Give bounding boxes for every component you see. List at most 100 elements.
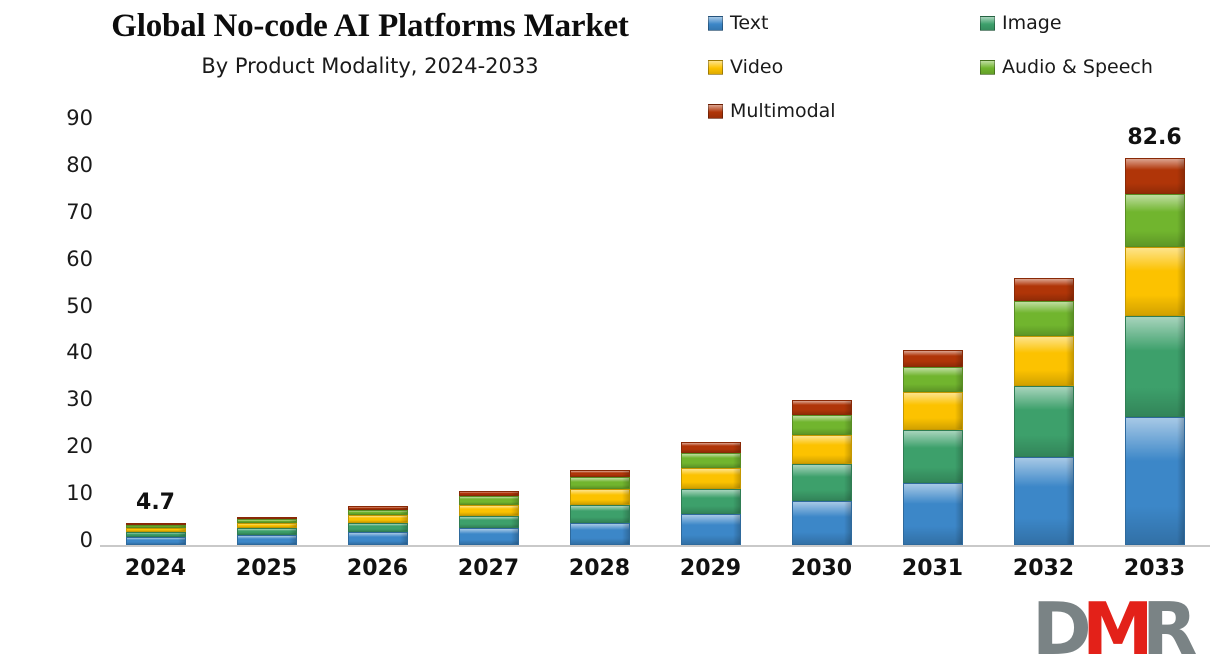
bar-segment-image-2033[interactable] [1124,316,1185,418]
bar-segment-image-2027[interactable] [458,515,519,529]
x-tick-2029: 2029 [679,556,742,581]
y-tick-10: 10 [66,481,93,506]
bar-segment-multimodal-2026[interactable] [347,506,408,510]
bar-segment-image-2030[interactable] [791,464,852,502]
bar-segment-video-2032[interactable] [1013,335,1074,386]
bar-segment-audio-speech-2028[interactable] [569,477,630,490]
chart-legend: Text Image Video Audio & Speech Multimodal [708,10,1208,122]
bar-group-2026[interactable] [347,506,408,545]
y-tick-30: 30 [66,387,93,412]
x-tick-2028: 2028 [568,556,631,581]
bar-segment-image-2032[interactable] [1013,385,1074,457]
bar-segment-multimodal-2031[interactable] [902,349,963,367]
bar-group-2030[interactable] [791,400,852,545]
bar-segment-text-2033[interactable] [1124,417,1185,545]
bar-group-2028[interactable] [569,469,630,545]
legend-item-image[interactable]: Image [980,14,1062,33]
bar-segment-text-2028[interactable] [569,522,630,545]
bar-segment-image-2024[interactable] [125,531,186,538]
bar-segment-shading [732,515,740,544]
bar-segment-multimodal-2025[interactable] [236,516,297,520]
legend-item-multimodal[interactable]: Multimodal [708,102,836,121]
legend-item-video[interactable]: Video [708,58,783,77]
bar-segment-audio-speech-2025[interactable] [236,519,297,523]
bar-segment-video-2030[interactable] [791,434,852,465]
bar-group-2032[interactable] [1013,277,1074,545]
bar-segment-shading [288,535,296,544]
bar-segment-shading [177,538,185,544]
bar-segment-video-2033[interactable] [1124,246,1185,317]
bar-segment-shading [399,507,407,509]
bar-segment-video-2031[interactable] [902,391,963,431]
bar-segment-text-2027[interactable] [458,528,519,545]
bar-segment-text-2032[interactable] [1013,456,1074,545]
y-tick-70: 70 [66,199,93,224]
legend-item-audio-speech[interactable]: Audio & Speech [980,58,1153,77]
bar-segment-audio-speech-2024[interactable] [125,524,186,528]
bar-segment-audio-speech-2029[interactable] [680,452,741,468]
bar-segment-image-2028[interactable] [569,505,630,523]
bar-segment-text-2030[interactable] [791,501,852,545]
bar-segment-audio-speech-2033[interactable] [1124,194,1185,247]
bar-segment-video-2025[interactable] [236,522,297,529]
chart-subtitle: By Product Modality, 2024-2033 [201,54,539,78]
legend-swatch-icon [708,16,723,31]
bar-segment-shading [954,484,962,544]
bar-segment-video-2028[interactable] [569,489,630,506]
bar-segment-audio-speech-2027[interactable] [458,496,519,505]
bar-segment-shading [1176,247,1184,316]
bar-segment-shading [288,523,296,528]
bar-segment-multimodal-2028[interactable] [569,469,630,478]
bar-segment-text-2024[interactable] [125,537,186,545]
dmr-logo: DRM [1030,592,1216,660]
bar-segment-audio-speech-2032[interactable] [1013,300,1074,336]
bar-segment-text-2025[interactable] [236,534,297,545]
bar-segment-video-2024[interactable] [125,527,186,532]
legend-item-text[interactable]: Text [708,14,768,33]
bar-segment-shading [732,468,740,488]
bar-segment-multimodal-2032[interactable] [1013,277,1074,301]
bar-group-2027[interactable] [458,490,519,545]
bar-segment-image-2031[interactable] [902,430,963,484]
bar-group-2029[interactable] [680,441,741,545]
bar-segment-video-2027[interactable] [458,504,519,516]
bar-segment-multimodal-2024[interactable] [125,522,186,525]
bar-segment-text-2029[interactable] [680,514,741,545]
bar-segment-image-2026[interactable] [347,522,408,532]
bar-segment-shading [954,350,962,366]
x-axis-tick-labels: 2024 2025 2026 2027 2028 2029 2030 2031 2032 2033 [100,556,1210,590]
bar-segment-shading [1065,457,1073,544]
bar-segment-shading [621,470,629,477]
bar-segment-audio-speech-2030[interactable] [791,414,852,435]
bar-segment-multimodal-2033[interactable] [1124,157,1185,195]
bar-group-2025[interactable] [236,516,297,545]
bar-segment-shading [177,528,185,531]
bar-segment-image-2025[interactable] [236,528,297,535]
bar-segment-text-2026[interactable] [347,531,408,545]
bar-segment-shading [621,523,629,544]
bar-segment-audio-speech-2026[interactable] [347,509,408,516]
plot-area: 4.7 82.6 [100,125,1210,547]
bar-segment-shading [954,367,962,391]
x-tick-2026: 2026 [346,556,409,581]
bar-segment-audio-speech-2031[interactable] [902,366,963,392]
bar-group-2031[interactable] [902,349,963,545]
bar-segment-image-2029[interactable] [680,488,741,515]
bar-segment-text-2031[interactable] [902,483,963,545]
bar-segment-multimodal-2030[interactable] [791,400,852,415]
bar-segment-shading [1065,336,1073,385]
bar-segment-video-2029[interactable] [680,467,741,489]
bar-segment-shading [843,435,851,464]
bar-group-2024[interactable] [125,522,186,545]
bar-segment-shading [1176,317,1184,417]
bar-segment-shading [510,516,518,528]
bar-group-2033[interactable] [1124,157,1185,545]
legend-label: Text [730,12,769,34]
bar-segment-shading [621,490,629,505]
x-tick-2031: 2031 [901,556,964,581]
bar-segment-shading [954,431,962,483]
bar-segment-video-2026[interactable] [347,515,408,523]
bar-segment-multimodal-2027[interactable] [458,490,519,497]
bar-segment-multimodal-2029[interactable] [680,441,741,453]
bar-segment-shading [843,502,851,544]
